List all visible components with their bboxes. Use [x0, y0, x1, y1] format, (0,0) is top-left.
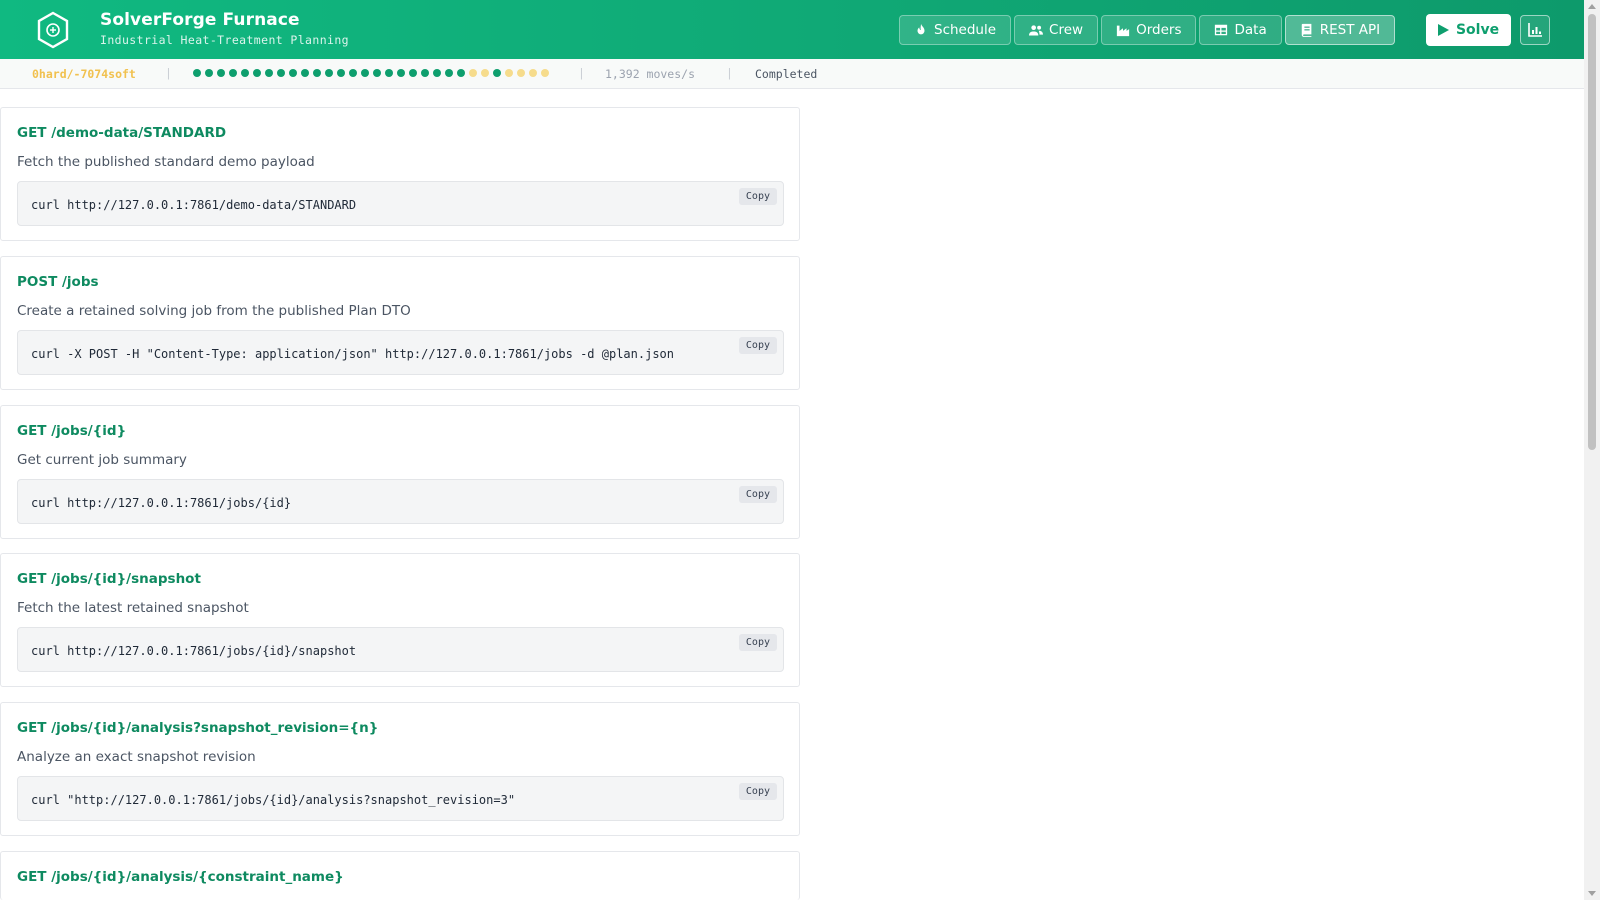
table-icon	[1215, 24, 1228, 36]
hexagon-logo-icon	[37, 11, 69, 49]
progress-dot	[529, 69, 537, 77]
progress-dot	[493, 69, 501, 77]
curl-command: curl "http://127.0.0.1:7861/jobs/{id}/an…	[31, 793, 516, 807]
app-subtitle: Industrial Heat-Treatment Planning	[100, 33, 350, 47]
curl-command: curl http://127.0.0.1:7861/jobs/{id}	[31, 496, 292, 510]
nav-rest-api-label: REST API	[1319, 22, 1381, 38]
page-scrollbar[interactable]	[1584, 0, 1600, 900]
progress-dot	[445, 69, 453, 77]
scroll-thumb[interactable]	[1588, 14, 1596, 450]
progress-dot	[373, 69, 381, 77]
progress-dot	[385, 69, 393, 77]
nav-orders-button[interactable]: Orders	[1101, 15, 1197, 45]
solve-label: Solve	[1455, 22, 1500, 38]
endpoint-card: GET /jobs/{id}/analysis/{constraint_name…	[0, 851, 800, 900]
endpoint-description: Analyze an exact snapshot revision	[17, 749, 256, 765]
users-icon	[1029, 25, 1044, 36]
code-block: curl -X POST -H "Content-Type: applicati…	[17, 330, 784, 375]
moves-per-second: 1,392 moves/s	[605, 67, 696, 81]
copy-button[interactable]: Copy	[738, 188, 777, 205]
progress-dot	[517, 69, 525, 77]
endpoint-title: POST /jobs	[17, 274, 99, 290]
endpoint-description: Fetch the published standard demo payloa…	[17, 154, 315, 170]
score-readout: 0hard/-7074soft	[32, 67, 136, 81]
book-icon	[1301, 23, 1312, 37]
progress-dot	[433, 69, 441, 77]
scroll-up-arrow-icon[interactable]	[1588, 4, 1596, 9]
code-block: curl http://127.0.0.1:7861/jobs/{id} Cop…	[17, 479, 784, 524]
progress-dot	[361, 69, 369, 77]
copy-button[interactable]: Copy	[738, 337, 777, 354]
divider: |	[578, 66, 585, 80]
divider: |	[726, 66, 733, 80]
code-block: curl "http://127.0.0.1:7861/jobs/{id}/an…	[17, 776, 784, 821]
progress-dot	[469, 69, 477, 77]
progress-dot	[505, 69, 513, 77]
play-icon	[1437, 24, 1449, 36]
progress-dot	[301, 69, 309, 77]
endpoint-title: GET /jobs/{id}/snapshot	[17, 571, 201, 587]
curl-command: curl -X POST -H "Content-Type: applicati…	[31, 347, 674, 361]
endpoint-title: GET /jobs/{id}/analysis?snapshot_revisio…	[17, 720, 379, 736]
curl-command: curl http://127.0.0.1:7861/jobs/{id}/sna…	[31, 644, 357, 658]
endpoint-card: GET /demo-data/STANDARD Fetch the publis…	[0, 107, 800, 241]
copy-button[interactable]: Copy	[738, 634, 777, 651]
endpoint-card: GET /jobs/{id}/snapshot Fetch the latest…	[0, 553, 800, 687]
code-block: curl http://127.0.0.1:7861/jobs/{id}/sna…	[17, 627, 784, 672]
main-nav: Schedule Crew Orders Data REST API	[899, 15, 1396, 45]
progress-dot	[337, 69, 345, 77]
progress-dot	[541, 69, 549, 77]
endpoint-description: Get current job summary	[17, 452, 187, 468]
scroll-down-arrow-icon[interactable]	[1588, 891, 1596, 896]
analysis-chart-button[interactable]	[1520, 15, 1550, 45]
app-header: SolverForge Furnace Industrial Heat-Trea…	[0, 0, 1584, 59]
nav-rest-api-button[interactable]: REST API	[1284, 15, 1396, 45]
progress-dots	[193, 69, 549, 77]
progress-dot	[241, 69, 249, 77]
endpoint-card: GET /jobs/{id}/analysis?snapshot_revisio…	[0, 702, 800, 836]
progress-dot	[205, 69, 213, 77]
nav-orders-label: Orders	[1136, 22, 1182, 38]
solver-state: Completed	[755, 67, 818, 81]
progress-dot	[421, 69, 429, 77]
industry-icon	[1116, 25, 1130, 37]
progress-dot	[313, 69, 321, 77]
progress-dot	[253, 69, 261, 77]
progress-dot	[217, 69, 225, 77]
endpoint-title: GET /jobs/{id}	[17, 423, 127, 439]
progress-dot	[193, 69, 201, 77]
progress-dot	[229, 69, 237, 77]
endpoint-title: GET /demo-data/STANDARD	[17, 125, 227, 141]
solve-button[interactable]: Solve	[1426, 14, 1511, 46]
progress-dot	[397, 69, 405, 77]
nav-data-button[interactable]: Data	[1199, 15, 1282, 45]
divider: |	[165, 66, 172, 80]
progress-dot	[457, 69, 465, 77]
nav-crew-button[interactable]: Crew	[1014, 15, 1099, 45]
chart-icon	[1528, 23, 1542, 37]
copy-button[interactable]: Copy	[738, 486, 777, 503]
app-title: SolverForge Furnace	[100, 10, 300, 30]
nav-schedule-button[interactable]: Schedule	[899, 15, 1012, 45]
progress-dot	[265, 69, 273, 77]
nav-schedule-label: Schedule	[934, 22, 997, 38]
copy-button[interactable]: Copy	[738, 783, 777, 800]
code-block: curl http://127.0.0.1:7861/demo-data/STA…	[17, 181, 784, 226]
progress-dot	[289, 69, 297, 77]
progress-dot	[409, 69, 417, 77]
progress-dot	[277, 69, 285, 77]
flame-icon	[917, 23, 925, 35]
curl-command: curl http://127.0.0.1:7861/demo-data/STA…	[31, 198, 357, 212]
endpoint-card: GET /jobs/{id} Get current job summary c…	[0, 405, 800, 539]
progress-dot	[325, 69, 333, 77]
endpoint-description: Fetch the latest retained snapshot	[17, 600, 249, 616]
endpoint-description: Create a retained solving job from the p…	[17, 303, 411, 319]
endpoint-title: GET /jobs/{id}/analysis/{constraint_name…	[17, 869, 344, 885]
solver-status-bar: 0hard/-7074soft | | 1,392 moves/s | Comp…	[0, 59, 1584, 89]
endpoint-card: POST /jobs Create a retained solving job…	[0, 256, 800, 390]
progress-dot	[481, 69, 489, 77]
progress-dot	[349, 69, 357, 77]
nav-crew-label: Crew	[1049, 22, 1084, 38]
nav-data-label: Data	[1234, 22, 1267, 38]
